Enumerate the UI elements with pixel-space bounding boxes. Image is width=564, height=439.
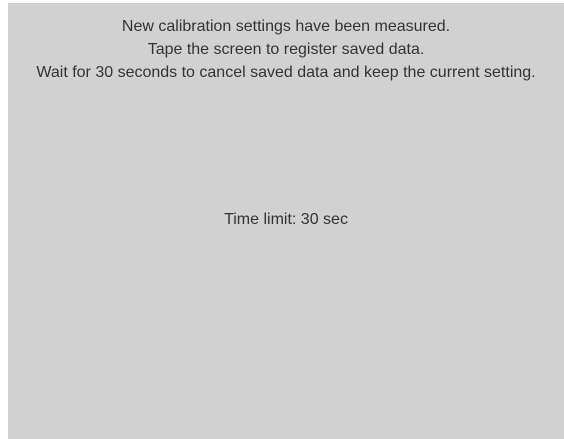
time-limit-countdown: Time limit: 30 sec — [224, 211, 348, 228]
message-line-measured: New calibration settings have been measu… — [121, 18, 451, 35]
message-line-tap-instruction: Tape the screen to register saved data. — [147, 41, 425, 58]
calibration-touch-screen[interactable]: New calibration settings have been measu… — [8, 3, 564, 439]
calibration-message: New calibration settings have been measu… — [8, 15, 564, 84]
message-line-cancel-instruction: Wait for 30 seconds to cancel saved data… — [36, 64, 536, 81]
